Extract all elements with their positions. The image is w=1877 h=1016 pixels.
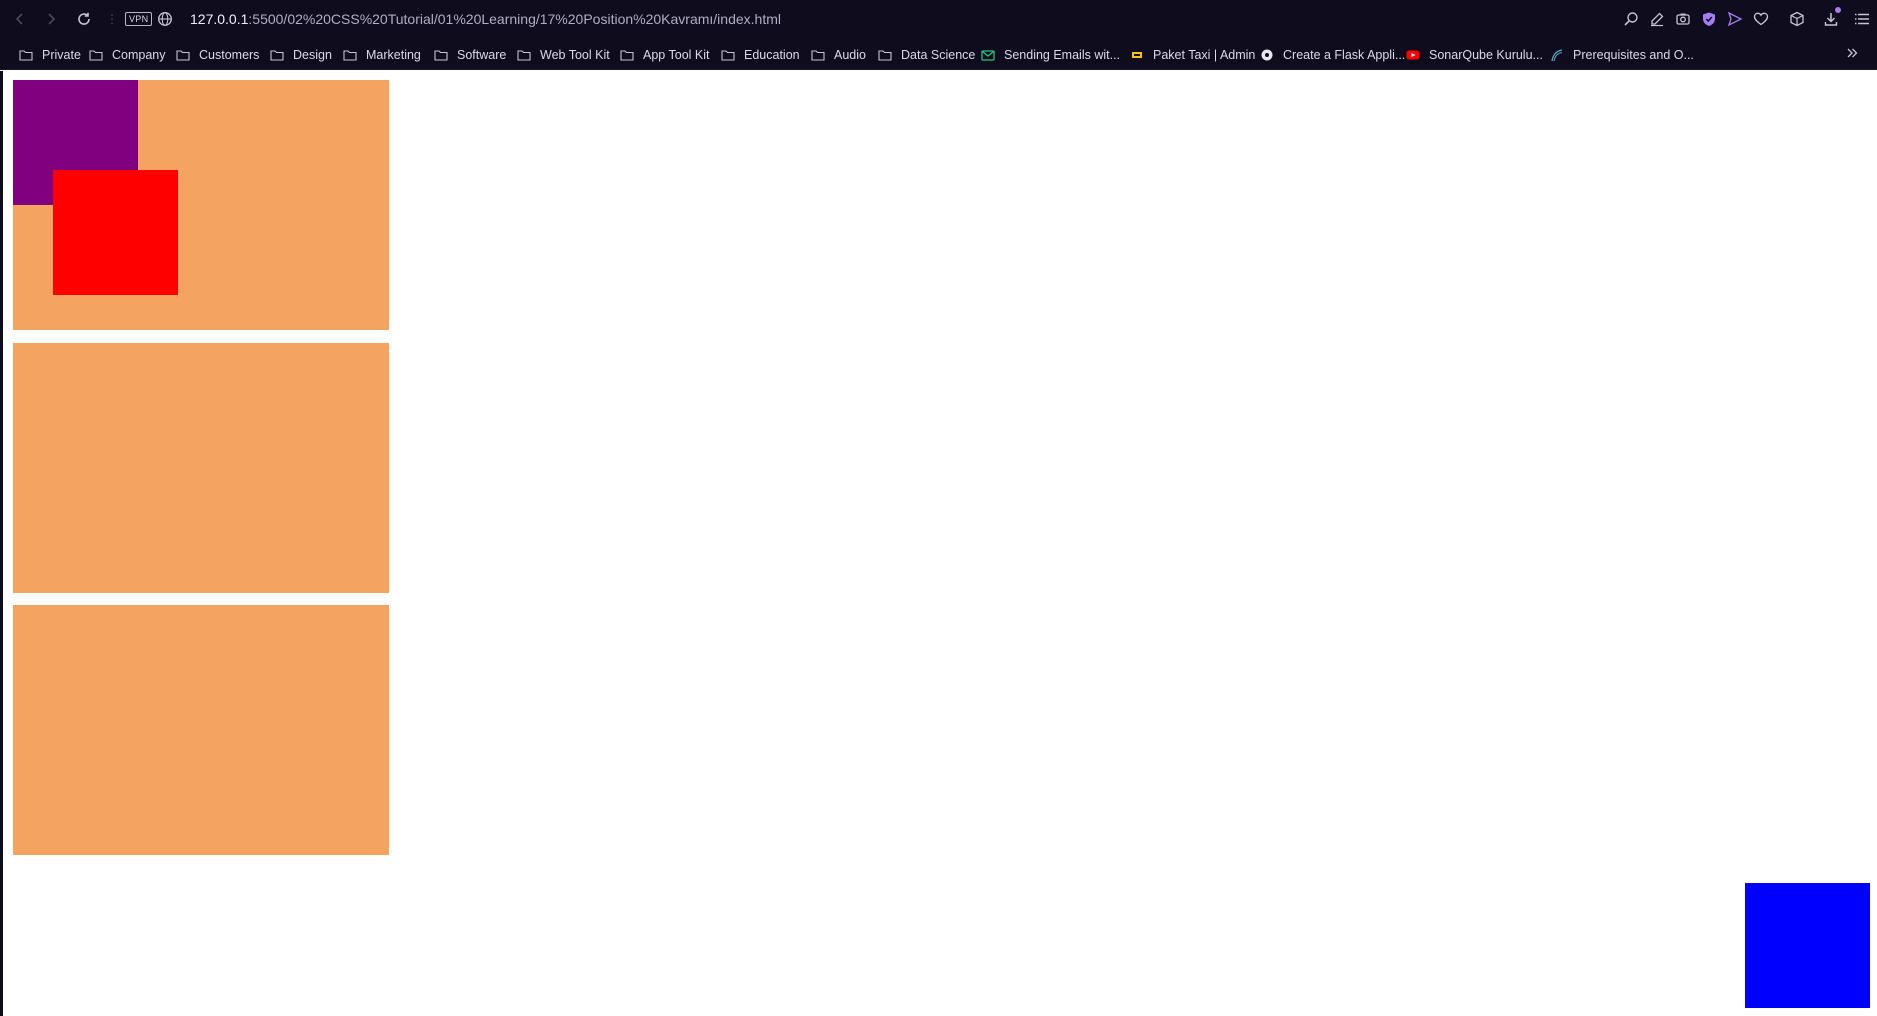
folder-icon bbox=[89, 48, 103, 62]
bookmark-folder-app-tool-kit[interactable]: App Tool Kit bbox=[620, 46, 709, 64]
download-badge bbox=[1835, 7, 1841, 13]
send-icon[interactable] bbox=[1726, 10, 1744, 28]
browser-toolbar: ⋮ VPN 127.0.0.1:5500/02%20CSS%20Tutorial… bbox=[0, 0, 1877, 38]
wave-icon bbox=[1550, 48, 1564, 62]
bookmark-label: Software bbox=[457, 48, 507, 62]
folder-icon bbox=[811, 48, 825, 62]
orange-box-2 bbox=[13, 343, 389, 593]
bookmark-folder-data-science[interactable]: Data Science bbox=[878, 46, 975, 64]
back-arrow-icon[interactable] bbox=[10, 9, 30, 29]
taxi-icon bbox=[1130, 48, 1144, 62]
page-viewport bbox=[0, 71, 1877, 1016]
bookmark-folder-software[interactable]: Software bbox=[434, 46, 506, 64]
bookmark-label: Web Tool Kit bbox=[540, 48, 610, 62]
bookmark-folder-customers[interactable]: Customers bbox=[176, 46, 259, 64]
bookmark-label: Prerequisites and O... bbox=[1573, 48, 1694, 62]
folder-icon bbox=[517, 48, 531, 62]
globe-icon[interactable] bbox=[157, 11, 173, 27]
bookmark-label: Sending Emails wit... bbox=[1004, 48, 1121, 62]
flask-icon bbox=[1260, 48, 1274, 62]
shield-icon[interactable] bbox=[1700, 10, 1718, 28]
reload-icon[interactable] bbox=[74, 9, 94, 29]
youtube-icon bbox=[1406, 48, 1420, 62]
bookmark-label: Customers bbox=[199, 48, 260, 62]
bookmark-label: Company bbox=[112, 48, 166, 62]
camera-icon[interactable] bbox=[1674, 10, 1692, 28]
folder-icon bbox=[620, 48, 634, 62]
mail-icon bbox=[981, 48, 995, 62]
bookmarks-bar: Private Company Customers Design Marketi… bbox=[0, 38, 1877, 70]
chevron-double-right-icon[interactable] bbox=[1845, 46, 1859, 60]
bookmark-label: Private bbox=[42, 48, 81, 62]
url-host: 127.0.0.1 bbox=[190, 11, 249, 27]
forward-arrow-icon[interactable] bbox=[41, 9, 61, 29]
bookmark-label: Paket Taxi | Admin bbox=[1153, 48, 1256, 62]
bookmark-label: Education bbox=[744, 48, 800, 62]
bookmark-sonarqube[interactable]: SonarQube Kurulu... bbox=[1406, 46, 1543, 64]
orange-box-3 bbox=[13, 605, 389, 855]
bookmark-label: SonarQube Kurulu... bbox=[1429, 48, 1543, 62]
orange-box-1 bbox=[13, 80, 389, 330]
box-icon[interactable] bbox=[1788, 10, 1806, 28]
bookmark-sending-emails[interactable]: Sending Emails wit... bbox=[981, 46, 1120, 64]
folder-icon bbox=[270, 48, 284, 62]
bookmark-folder-private[interactable]: Private bbox=[19, 46, 81, 64]
address-bar[interactable]: 127.0.0.1:5500/02%20CSS%20Tutorial/01%20… bbox=[190, 10, 781, 28]
bookmark-folder-audio[interactable]: Audio bbox=[811, 46, 866, 64]
browser-window: ⋮ VPN 127.0.0.1:5500/02%20CSS%20Tutorial… bbox=[0, 0, 1877, 1016]
url-path: :5500/02%20CSS%20Tutorial/01%20Learning/… bbox=[248, 11, 781, 27]
folder-icon bbox=[343, 48, 357, 62]
bookmark-folder-marketing[interactable]: Marketing bbox=[343, 46, 421, 64]
red-square bbox=[53, 170, 178, 295]
zoom-icon[interactable] bbox=[1622, 10, 1640, 28]
folder-icon bbox=[721, 48, 735, 62]
edit-icon[interactable] bbox=[1648, 10, 1666, 28]
bookmark-label: Audio bbox=[834, 48, 866, 62]
bookmark-label: Marketing bbox=[366, 48, 421, 62]
folder-icon bbox=[878, 48, 892, 62]
bookmark-folder-company[interactable]: Company bbox=[89, 46, 166, 64]
bookmark-label: Design bbox=[293, 48, 332, 62]
blue-fixed-square bbox=[1745, 883, 1870, 1008]
bookmark-prerequisites[interactable]: Prerequisites and O... bbox=[1550, 46, 1694, 64]
bookmark-folder-design[interactable]: Design bbox=[270, 46, 332, 64]
bookmark-label: Data Science bbox=[901, 48, 976, 62]
bookmark-folder-education[interactable]: Education bbox=[721, 46, 800, 64]
bookmark-create-flask[interactable]: Create a Flask Appli... bbox=[1260, 46, 1405, 64]
folder-icon bbox=[434, 48, 448, 62]
bookmark-label: App Tool Kit bbox=[643, 48, 710, 62]
vpn-badge[interactable]: VPN bbox=[125, 12, 153, 26]
folder-icon bbox=[19, 48, 33, 62]
heart-icon[interactable] bbox=[1752, 10, 1770, 28]
bookmark-paket-taxi[interactable]: Paket Taxi | Admin bbox=[1130, 46, 1255, 64]
bookmark-label: Create a Flask Appli... bbox=[1283, 48, 1406, 62]
menu-icon[interactable] bbox=[1853, 10, 1871, 28]
bookmark-folder-web-tool-kit[interactable]: Web Tool Kit bbox=[517, 46, 610, 64]
folder-icon bbox=[176, 48, 190, 62]
toolbar-separator: ⋮ bbox=[106, 12, 118, 26]
